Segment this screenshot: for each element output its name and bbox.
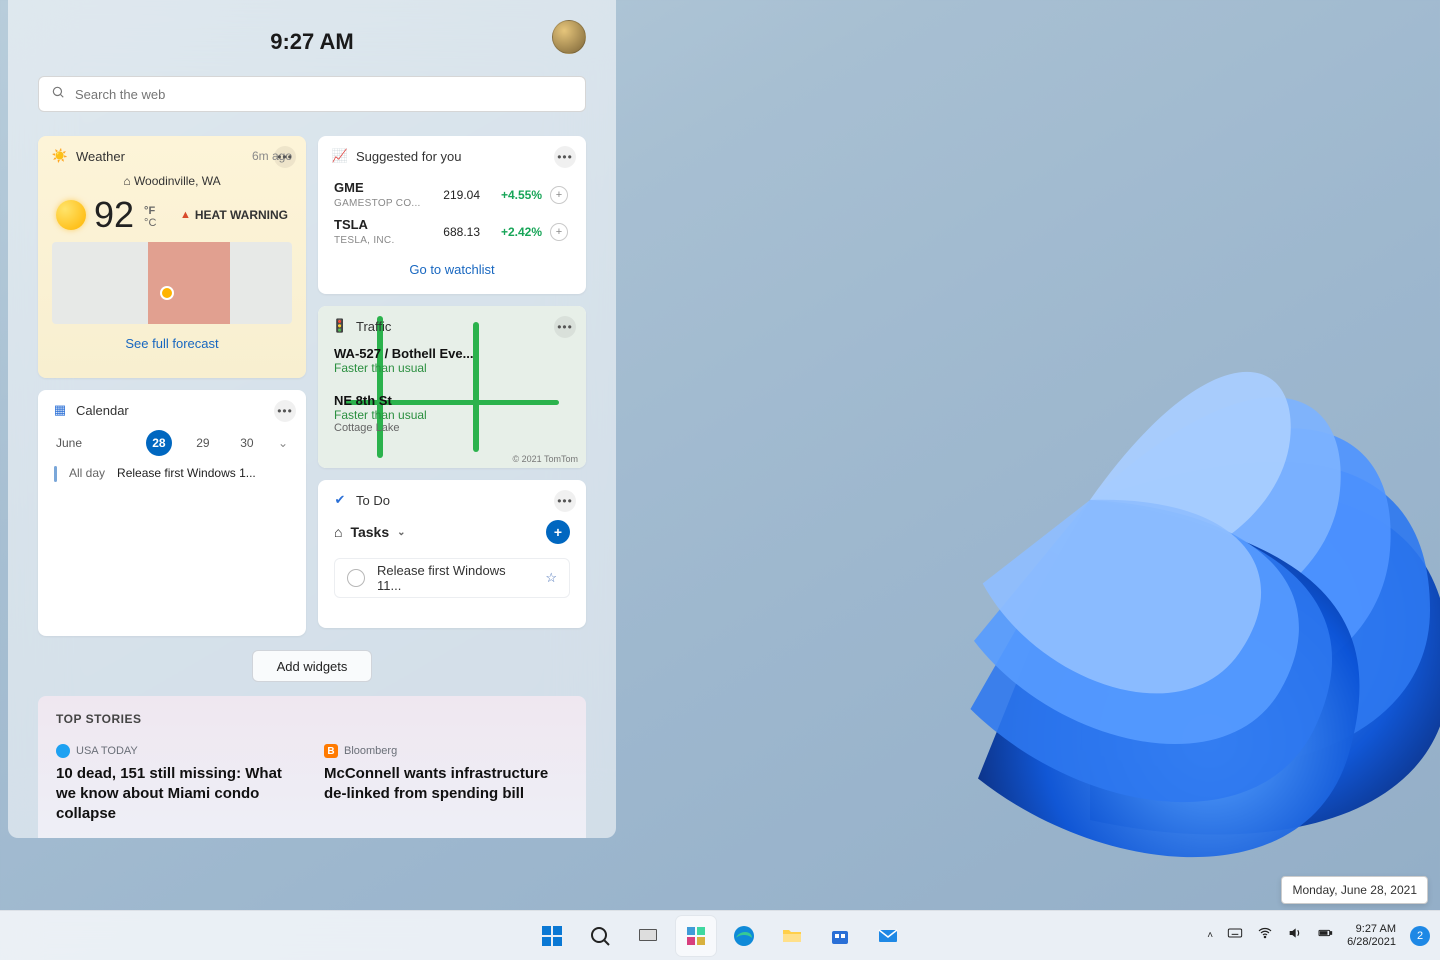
chevron-down-icon[interactable]: ⌄ <box>397 527 405 538</box>
task-row[interactable]: Release first Windows 11... ☆ <box>334 558 570 598</box>
wifi-icon[interactable] <box>1257 925 1273 946</box>
user-avatar[interactable] <box>552 20 586 54</box>
news-item[interactable]: USA TODAY 10 dead, 151 still missing: Wh… <box>56 744 300 824</box>
desktop-wallpaper-bloom <box>680 60 1440 880</box>
taskbar-search-button[interactable] <box>580 916 620 956</box>
sun-icon <box>56 200 86 230</box>
todo-widget[interactable]: ✔ To Do ••• ⌂ Tasks ⌄ + Release first Wi… <box>318 480 586 628</box>
todo-title: To Do <box>356 493 390 508</box>
add-widgets-button[interactable]: Add widgets <box>252 650 372 682</box>
weather-location: ⌂ Woodinville, WA <box>38 174 306 188</box>
tray-overflow-button[interactable]: ˄ <box>1207 930 1213 941</box>
weather-map <box>52 242 292 324</box>
weather-title: Weather <box>76 149 125 164</box>
task-view-button[interactable] <box>628 916 668 956</box>
weather-warning: ▲HEAT WARNING <box>180 208 288 223</box>
start-button[interactable] <box>532 916 572 956</box>
stock-row[interactable]: GMEGAMESTOP CO... 219.04 +4.55% + <box>318 176 586 213</box>
date-tooltip: Monday, June 28, 2021 <box>1281 876 1428 904</box>
weather-more-button[interactable]: ••• <box>274 146 296 168</box>
panel-time: 9:27 AM <box>270 29 354 55</box>
taskbar: ˄ 9:27 AM 6/28/2021 2 <box>0 910 1440 960</box>
calendar-more-button[interactable]: ••• <box>274 400 296 422</box>
add-task-button[interactable]: + <box>546 520 570 544</box>
keyboard-icon[interactable] <box>1227 925 1243 946</box>
home-icon: ⌂ <box>123 174 130 188</box>
widgets-panel: 9:27 AM ☀️ Weather 6m ago ••• ⌂ Woodinvi… <box>8 0 616 838</box>
add-stock-button[interactable]: + <box>550 223 568 241</box>
todo-list-name[interactable]: Tasks <box>350 524 389 540</box>
search-bar[interactable] <box>38 76 586 112</box>
calendar-day[interactable]: 30 <box>234 430 260 456</box>
news-heading: TOP STORIES <box>56 712 568 726</box>
search-input[interactable] <box>75 87 573 102</box>
todo-more-button[interactable]: ••• <box>554 490 576 512</box>
weather-widget[interactable]: ☀️ Weather 6m ago ••• ⌂ Woodinville, WA … <box>38 136 306 378</box>
calendar-event[interactable]: All day Release first Windows 1... <box>38 456 306 482</box>
store-button[interactable] <box>820 916 860 956</box>
search-icon <box>51 85 65 104</box>
star-icon[interactable]: ☆ <box>545 570 557 586</box>
traffic-title: Traffic <box>356 319 391 334</box>
weather-temp: 92 <box>94 194 134 236</box>
news-item[interactable]: BBloomberg McConnell wants infrastructur… <box>324 744 568 824</box>
system-tray: ˄ 9:27 AM 6/28/2021 2 <box>1207 923 1430 949</box>
chevron-down-icon[interactable]: ⌄ <box>278 436 288 450</box>
see-forecast-link[interactable]: See full forecast <box>38 324 306 365</box>
stocks-title: Suggested for you <box>356 149 462 164</box>
source-icon <box>56 744 70 758</box>
stock-row[interactable]: TSLATESLA, INC. 688.13 +2.42% + <box>318 213 586 250</box>
home-icon: ⌂ <box>334 524 342 540</box>
task-checkbox[interactable] <box>347 569 365 587</box>
news-widget[interactable]: TOP STORIES USA TODAY 10 dead, 151 still… <box>38 696 586 838</box>
warning-icon: ▲ <box>180 209 191 221</box>
map-attribution: © 2021 TomTom <box>513 454 579 464</box>
mail-button[interactable] <box>868 916 908 956</box>
calendar-day-selected[interactable]: 28 <box>146 430 172 456</box>
taskbar-clock[interactable]: 9:27 AM 6/28/2021 <box>1347 923 1396 949</box>
battery-icon[interactable] <box>1317 925 1333 946</box>
stocks-widget[interactable]: 📈 Suggested for you ••• GMEGAMESTOP CO..… <box>318 136 586 294</box>
edge-button[interactable] <box>724 916 764 956</box>
calendar-icon: ▦ <box>52 402 68 418</box>
calendar-month: June <box>56 436 128 450</box>
calendar-title: Calendar <box>76 403 129 418</box>
traffic-icon: 🚦 <box>332 318 348 334</box>
todo-icon: ✔ <box>332 492 348 508</box>
calendar-widget[interactable]: ▦ Calendar ••• June 28 29 30 ⌄ All day R… <box>38 390 306 636</box>
notification-badge[interactable]: 2 <box>1410 926 1430 946</box>
widgets-button[interactable] <box>676 916 716 956</box>
stocks-more-button[interactable]: ••• <box>554 146 576 168</box>
file-explorer-button[interactable] <box>772 916 812 956</box>
source-icon: B <box>324 744 338 758</box>
calendar-day[interactable]: 29 <box>190 430 216 456</box>
weather-icon: ☀️ <box>52 148 68 164</box>
stocks-icon: 📈 <box>332 148 348 164</box>
traffic-widget[interactable]: 🚦 Traffic ••• WA-527 / Bothell Eve...Fas… <box>318 306 586 468</box>
volume-icon[interactable] <box>1287 925 1303 946</box>
add-stock-button[interactable]: + <box>550 186 568 204</box>
watchlist-link[interactable]: Go to watchlist <box>318 250 586 277</box>
